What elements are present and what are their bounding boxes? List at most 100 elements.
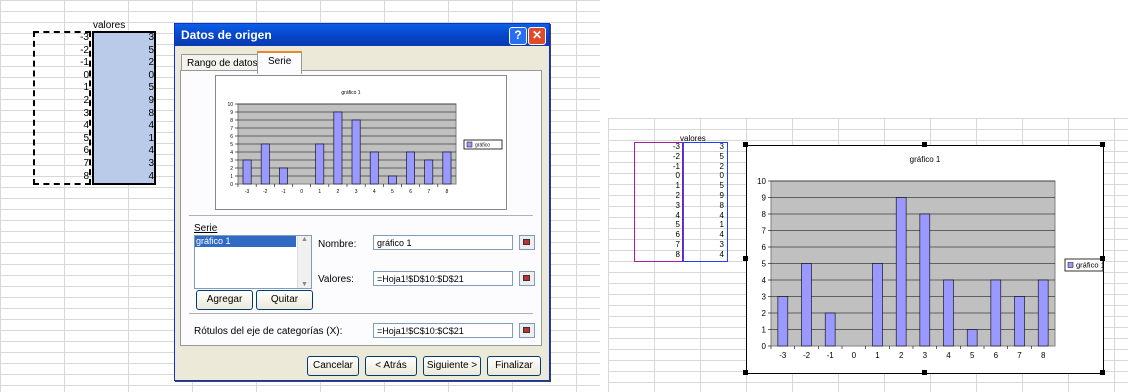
serie-tab-panel: gráfico 1 0 1 2 3 4 5 6 7 8 9 10 -3 -2 -1 0 1 2 3 4 5 6 7 8 gráf… <box>180 70 542 346</box>
resize-handle[interactable] <box>743 256 748 261</box>
bar <box>242 159 252 185</box>
x-value-cell[interactable]: 4 <box>33 120 91 133</box>
y-value-cell[interactable]: 3 <box>92 32 156 45</box>
bar <box>424 159 434 185</box>
finish-button[interactable]: Finalizar <box>487 356 541 376</box>
resize-handle[interactable] <box>1100 370 1105 375</box>
y-tick-label: 8 <box>230 118 233 124</box>
close-icon[interactable]: ✕ <box>528 27 546 45</box>
x-value-cell[interactable]: 6 <box>33 145 91 158</box>
x-value-cell[interactable]: -1 <box>634 162 682 172</box>
y-value-cell[interactable]: 0 <box>92 70 156 83</box>
y-value-cell[interactable]: 3 <box>682 240 726 250</box>
y-value-cell[interactable]: 5 <box>92 82 156 95</box>
scroll-down-icon[interactable]: ▼ <box>298 281 311 288</box>
x-value-cell[interactable]: 5 <box>634 220 682 230</box>
resize-handle[interactable] <box>743 142 748 147</box>
x-value-cell[interactable]: -3 <box>634 142 682 152</box>
resize-handle[interactable] <box>922 142 927 147</box>
listbox-scrollbar[interactable]: ▲ ▼ <box>297 236 311 288</box>
y-value-cell[interactable]: 9 <box>682 191 726 201</box>
nombre-range-selector-icon[interactable] <box>519 235 535 250</box>
x-value-cell[interactable]: 0 <box>634 171 682 181</box>
legend-label: gráfico <box>475 142 490 148</box>
x-tick-label: 1 <box>318 189 321 195</box>
x-value-cell[interactable]: -2 <box>634 152 682 162</box>
help-icon[interactable]: ? <box>509 27 527 45</box>
y-tick-label: 5 <box>230 142 233 148</box>
dialog-titlebar[interactable]: Datos de origen ? ✕ <box>175 24 549 46</box>
y-value-cell[interactable]: 3 <box>92 158 156 171</box>
x-value-cell[interactable]: 6 <box>634 230 682 240</box>
x-value-cell[interactable]: 1 <box>33 82 91 95</box>
x-value-cell[interactable]: 2 <box>634 191 682 201</box>
back-button[interactable]: < Atrás <box>365 356 417 376</box>
series-list-item[interactable]: gráfico 1 <box>195 236 296 247</box>
nombre-field[interactable]: gráfico 1 <box>373 235 513 250</box>
series-listbox[interactable]: gráfico 1 ▲ ▼ <box>194 235 312 289</box>
left-sheet-data: valores -3 -2 -1 0 1 2 3 4 5 6 7 8 352059841434 <box>0 0 170 200</box>
y-value-cell[interactable]: 5 <box>92 45 156 58</box>
y-value-cell[interactable]: 4 <box>682 211 726 221</box>
x-tick-label: 5 <box>391 189 394 195</box>
resize-handle[interactable] <box>1100 256 1105 261</box>
x-value-cell[interactable]: 5 <box>33 133 91 146</box>
y-tick-label: 10 <box>227 102 233 108</box>
separator <box>189 215 533 216</box>
y-value-cell[interactable]: 4 <box>92 145 156 158</box>
quitar-button[interactable]: Quitar <box>256 290 313 310</box>
y-value-cell[interactable]: 4 <box>682 250 726 260</box>
chart-selection-handles <box>740 139 1108 378</box>
resize-handle[interactable] <box>743 370 748 375</box>
valores-range-selector-icon[interactable] <box>519 271 535 286</box>
y-value-cell[interactable]: 2 <box>682 162 726 172</box>
y-value-cell[interactable]: 4 <box>92 171 156 184</box>
y-value-cell[interactable]: 4 <box>682 230 726 240</box>
y-value-cell[interactable]: 5 <box>682 181 726 191</box>
resize-handle[interactable] <box>1100 142 1105 147</box>
x-value-cell[interactable]: 7 <box>634 240 682 250</box>
legend-swatch <box>466 141 473 148</box>
rotulos-field[interactable]: =Hoja1!$C$10:$C$21 <box>373 323 513 338</box>
x-value-cell[interactable]: 2 <box>33 95 91 108</box>
preview-chart: gráfico 1 0 1 2 3 4 5 6 7 8 9 10 -3 -2 -1 0 1 2 3 4 5 6 7 8 gráf… <box>215 75 507 210</box>
y-value-cell[interactable]: 1 <box>92 133 156 146</box>
y-value-cell[interactable]: 3 <box>682 142 726 152</box>
bar <box>388 175 397 185</box>
source-data-dialog: Datos de origen ? ✕ Rango de datos Serie… <box>174 23 550 381</box>
x-value-cell[interactable]: -2 <box>33 45 91 58</box>
rotulos-range-selector-icon[interactable] <box>519 323 535 338</box>
x-value-cell[interactable]: 3 <box>634 201 682 211</box>
x-value-cell[interactable]: 1 <box>634 181 682 191</box>
y-value-cell[interactable]: 8 <box>92 108 156 121</box>
x-tick-label: 7 <box>427 189 430 195</box>
x-value-cell[interactable]: 4 <box>634 211 682 221</box>
x-value-cell[interactable]: 3 <box>33 108 91 121</box>
y-value-cell[interactable]: 4 <box>92 120 156 133</box>
y-value-cell[interactable]: 9 <box>92 95 156 108</box>
chart-title: gráfico 1 <box>341 90 360 96</box>
y-value-cell[interactable]: 0 <box>682 171 726 181</box>
y-value-cell[interactable]: 2 <box>92 57 156 70</box>
y-tick-label: 2 <box>230 166 233 172</box>
x-value-cell[interactable]: 0 <box>33 70 91 83</box>
x-value-cell[interactable]: -1 <box>33 57 91 70</box>
x-tick-label: 2 <box>337 189 340 195</box>
next-button[interactable]: Siguiente > <box>423 356 481 376</box>
agregar-button[interactable]: Agregar <box>196 290 253 310</box>
y-value-cell[interactable]: 8 <box>682 201 726 211</box>
y-value-cell[interactable]: 1 <box>682 220 726 230</box>
y-value-cell[interactable]: 5 <box>682 152 726 162</box>
resize-handle[interactable] <box>922 370 927 375</box>
y-tick-label: 6 <box>230 134 233 140</box>
x-value-cell[interactable]: 8 <box>33 171 91 184</box>
scroll-up-icon[interactable]: ▲ <box>298 236 311 243</box>
x-value-cell[interactable]: 7 <box>33 158 91 171</box>
x-value-cell[interactable]: 8 <box>634 250 682 260</box>
cancel-button[interactable]: Cancelar <box>307 356 359 376</box>
valores-field[interactable]: =Hoja1!$D$10:$D$21 <box>373 271 513 286</box>
tab-serie[interactable]: Serie <box>257 51 303 74</box>
left-header-cell[interactable]: valores <box>93 20 155 31</box>
x-value-cell[interactable]: -3 <box>33 32 91 45</box>
x-tick-label: 8 <box>446 189 449 195</box>
